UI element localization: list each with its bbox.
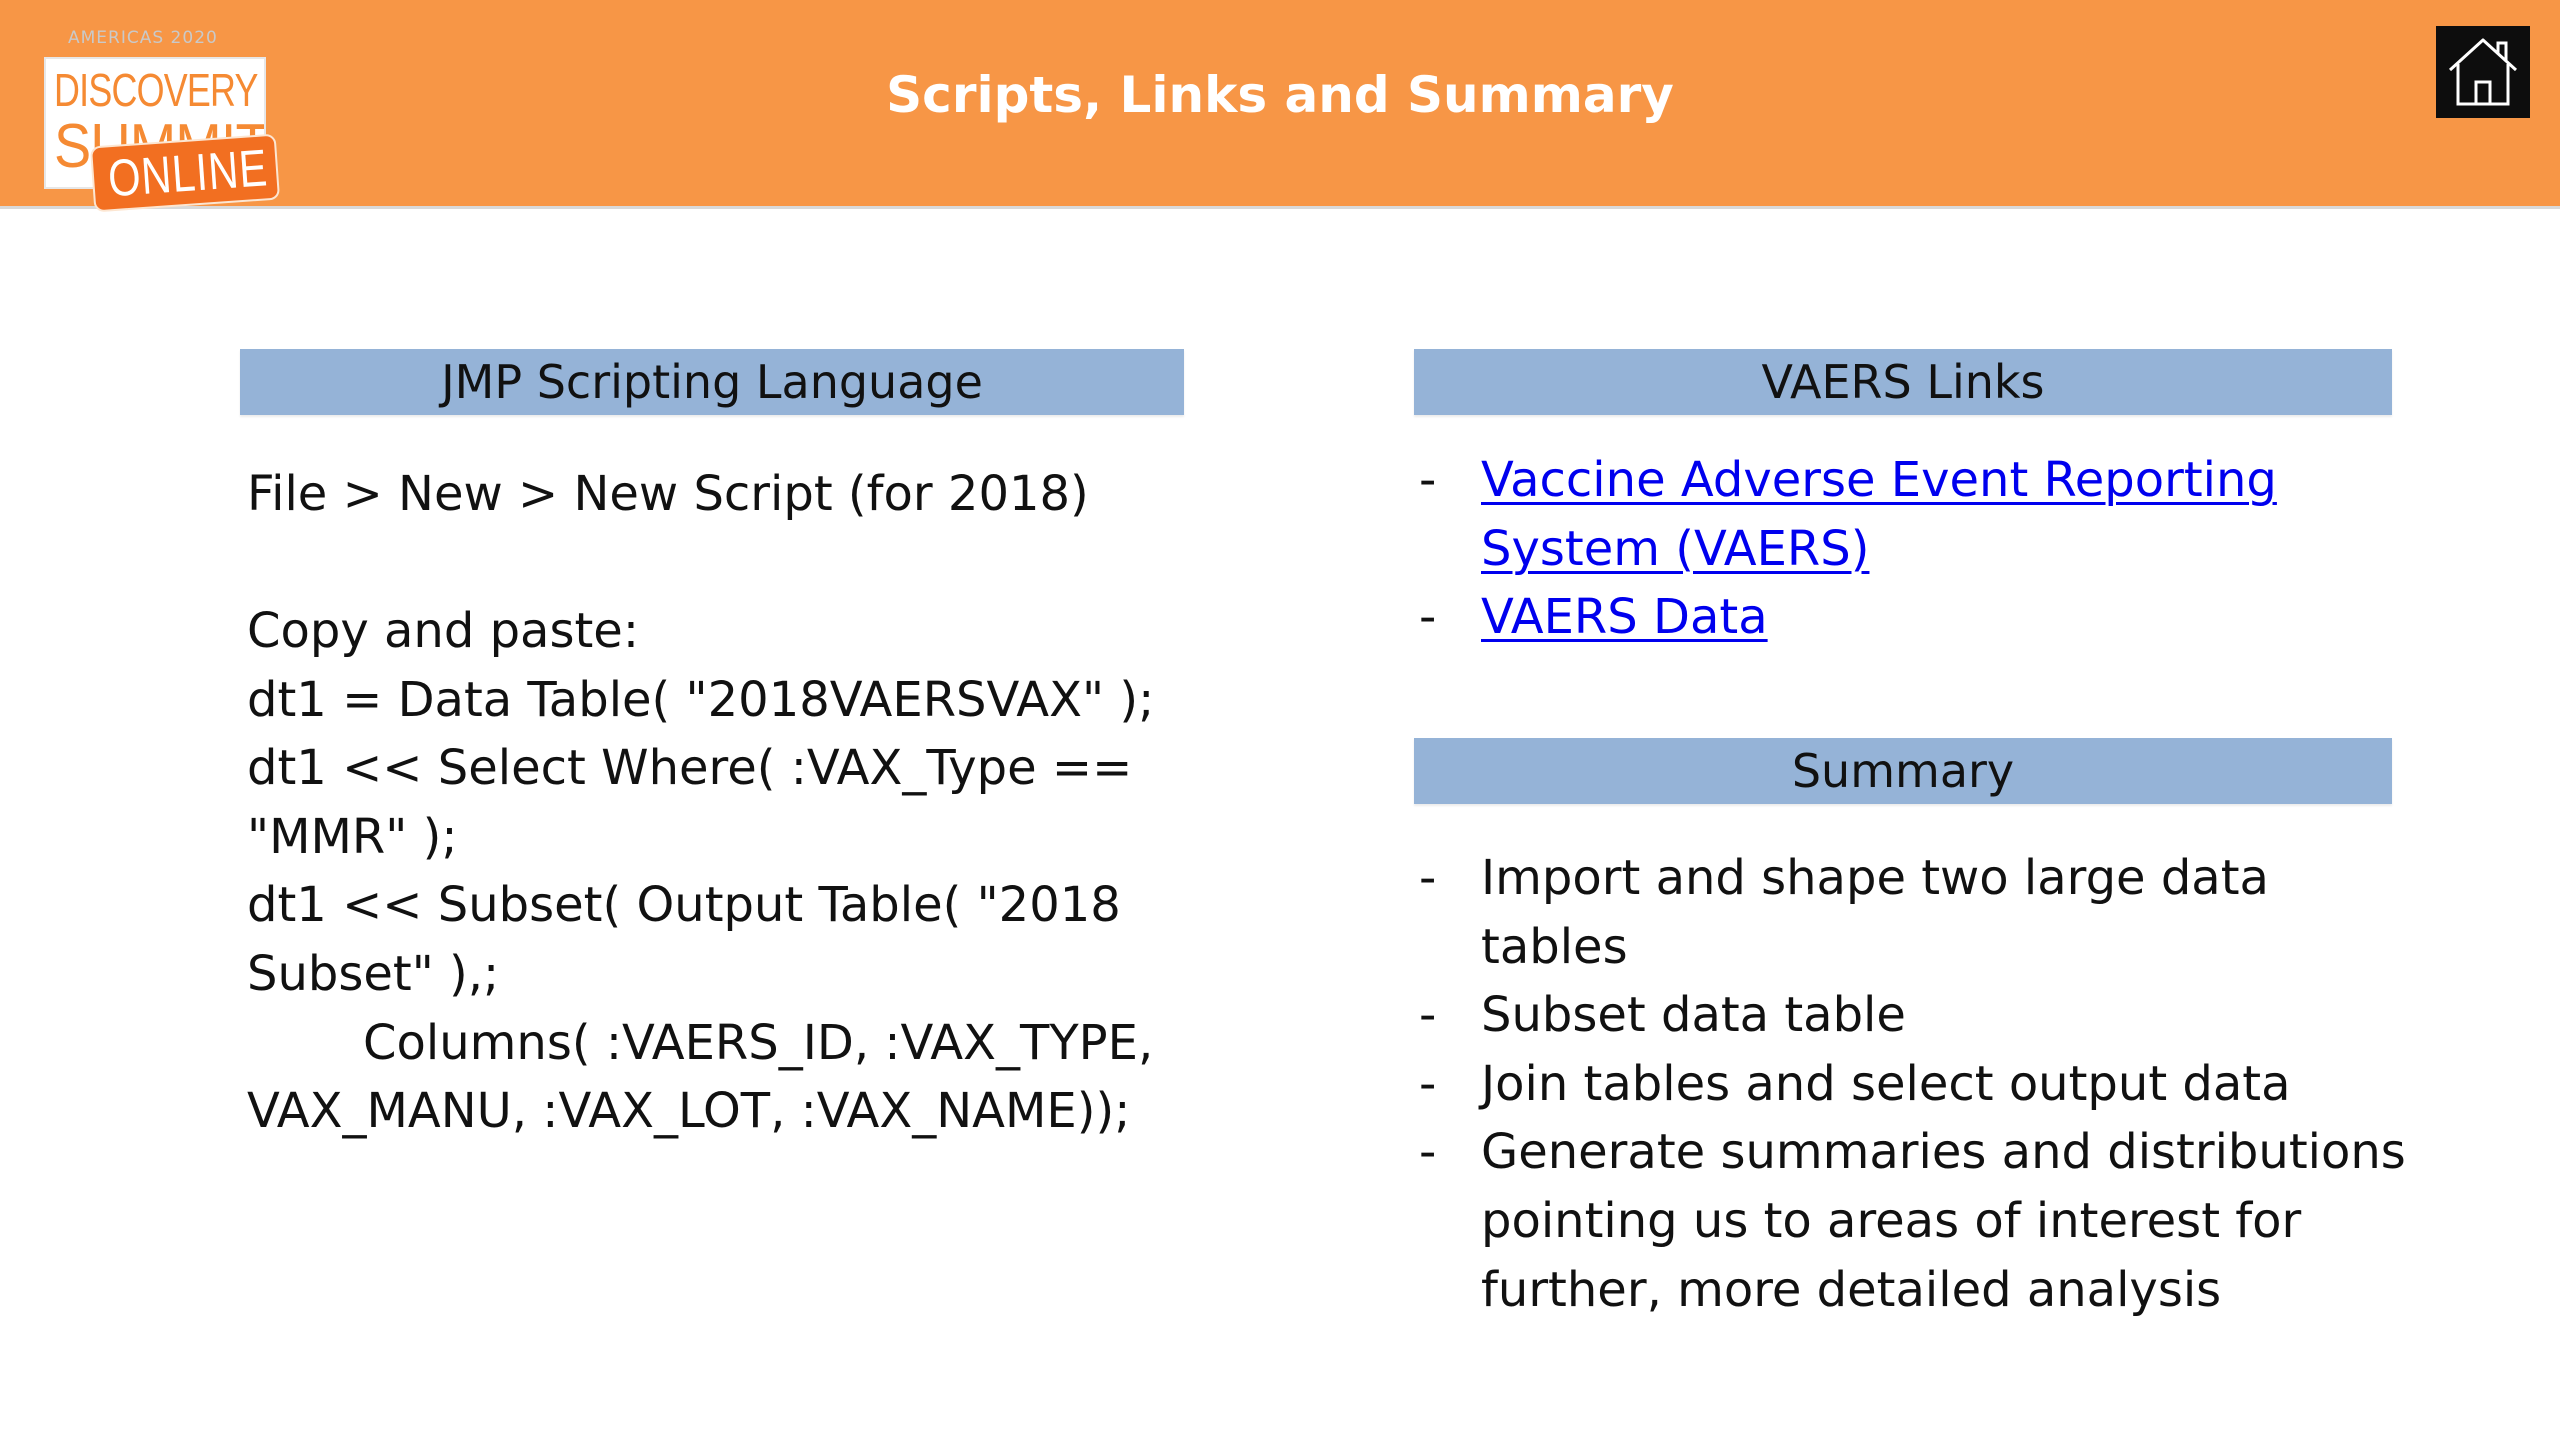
script-line: dt1 << Select Where( :VAX_Type ==	[247, 740, 1133, 797]
summary-text: Generate summaries and distributions	[1481, 1124, 2406, 1181]
vaers-data-link[interactable]: VAERS Data	[1481, 589, 1768, 645]
home-button[interactable]	[2436, 26, 2530, 118]
summary-text: Import and shape two large data	[1481, 850, 2269, 906]
vaers-system-link[interactable]: Vaccine Adverse Event Reporting System (…	[1481, 452, 2277, 577]
header-bar: AMERICAS 2020 DISCOVERY SUMMIT ONLINE Sc…	[0, 0, 2560, 213]
menu-path-text: File > New > New Script (for 2018)	[247, 466, 1089, 522]
discovery-summit-logo: AMERICAS 2020 DISCOVERY SUMMIT ONLINE	[40, 26, 281, 213]
list-item: - Import and shape two large data tables	[1415, 844, 2406, 981]
logo-badge: ONLINE	[89, 133, 281, 213]
link-text: Vaccine Adverse Event Reporting	[1481, 452, 2277, 508]
vaers-links-list: - Vaccine Adverse Event Reporting System…	[1415, 446, 2277, 652]
home-icon	[2448, 38, 2518, 106]
summary-section-header: Summary	[1414, 738, 2392, 804]
logo-badge-text: ONLINE	[106, 139, 270, 209]
link-text: System (VAERS)	[1481, 520, 1870, 577]
logo-supertitle: AMERICAS 2020	[68, 28, 218, 48]
bullet-dash: -	[1419, 987, 1437, 1044]
script-line: dt1 = Data Table( "2018VAERSVAX" );	[247, 671, 1155, 728]
jsl-section-header: JMP Scripting Language	[240, 349, 1184, 415]
list-item: - Generate summaries and distributions p…	[1415, 1118, 2406, 1324]
page-title: Scripts, Links and Summary	[886, 66, 1674, 124]
script-line: Subset" ),;	[247, 945, 500, 1002]
summary-text: tables	[1481, 918, 1628, 975]
bullet-dash: -	[1419, 452, 1437, 508]
vaers-links-section-header: VAERS Links	[1414, 349, 2392, 415]
bullet-dash: -	[1419, 589, 1437, 646]
slide: AMERICAS 2020 DISCOVERY SUMMIT ONLINE Sc…	[0, 0, 2560, 1439]
script-line: VAX_MANU, :VAX_LOT, :VAX_NAME));	[247, 1083, 1131, 1140]
list-item: - VAERS Data	[1415, 583, 2277, 652]
jsl-menu-path: File > New > New Script (for 2018)	[247, 460, 1089, 529]
list-item: - Join tables and select output data	[1415, 1050, 2406, 1119]
logo-line1: DISCOVERY	[54, 64, 258, 116]
summary-text: pointing us to areas of interest for	[1481, 1192, 2302, 1249]
summary-text: further, more detailed analysis	[1481, 1261, 2222, 1318]
summary-text: Subset data table	[1481, 987, 1906, 1044]
script-line: dt1 << Subset( Output Table( "2018	[247, 877, 1121, 934]
summary-list: - Import and shape two large data tables…	[1415, 844, 2406, 1324]
summary-text: Join tables and select output data	[1481, 1055, 2291, 1112]
bullet-dash: -	[1419, 1055, 1437, 1112]
script-line: "MMR" );	[247, 808, 458, 865]
bullet-dash: -	[1419, 850, 1437, 906]
script-line: Copy and paste:	[247, 603, 639, 659]
script-line: Columns( :VAERS_ID, :VAX_TYPE,	[363, 1014, 1154, 1071]
list-item: - Subset data table	[1415, 981, 2406, 1050]
list-item: - Vaccine Adverse Event Reporting System…	[1415, 446, 2277, 583]
bullet-dash: -	[1419, 1124, 1437, 1181]
jsl-script-block: Copy and paste: dt1 = Data Table( "2018V…	[247, 597, 1154, 1146]
